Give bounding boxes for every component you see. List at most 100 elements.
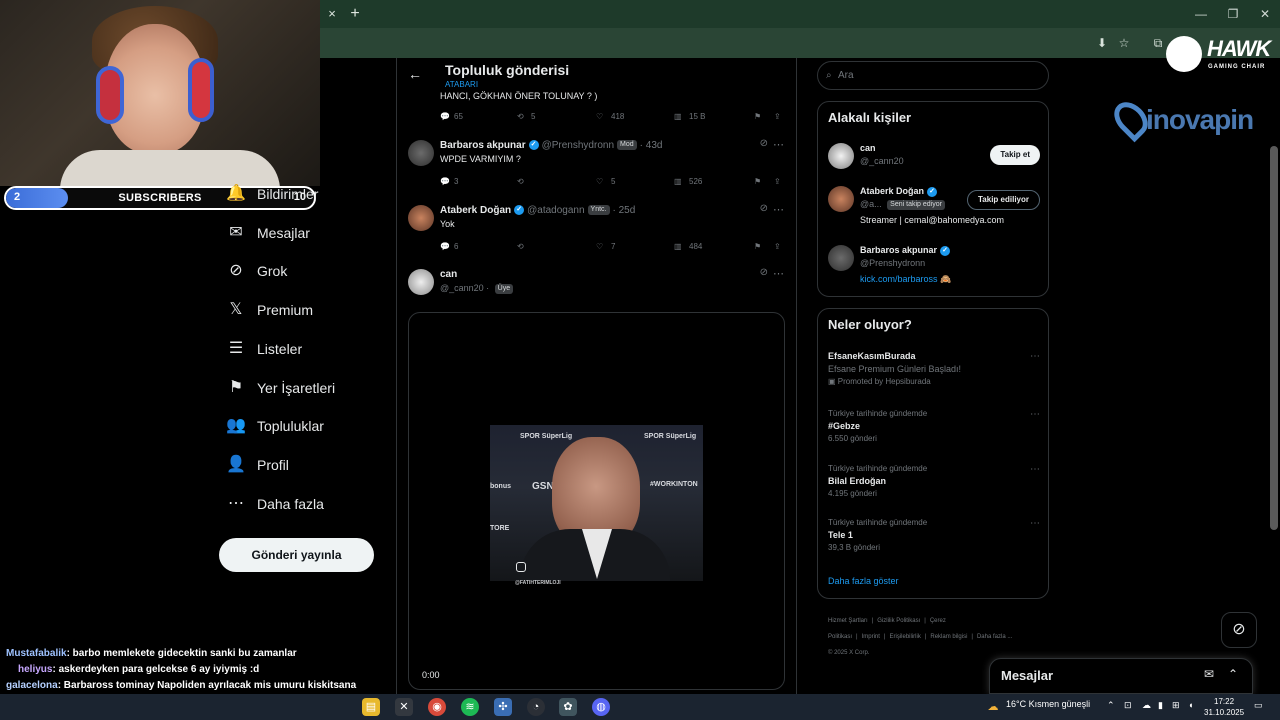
person-name[interactable]: Barbaros akpunar (860, 245, 937, 255)
share-icon[interactable]: ⇪ (774, 177, 781, 186)
more-options-icon[interactable]: ⋯ (773, 267, 784, 280)
bookmark-icon[interactable]: ⚑ (754, 242, 761, 251)
author-name[interactable]: Ataberk Doğan (440, 205, 511, 216)
video-player[interactable]: SPOR SüperLig SPOR SüperLig bonus GSNE #… (408, 312, 785, 690)
bookmark-icon[interactable]: ⚑ (754, 112, 761, 121)
extensions-icon[interactable]: ⧉ (1150, 35, 1166, 51)
community-name[interactable]: ATABARI (445, 80, 478, 89)
search-input[interactable]: ⌕ Ara (817, 61, 1049, 90)
restore-button[interactable]: ❐ (1218, 5, 1248, 23)
reply-item[interactable]: can @_cann20 · Üye ⊘ ⋯ (408, 267, 788, 299)
footer-link[interactable]: Gizlilik Politikası (877, 618, 920, 624)
avatar[interactable] (408, 140, 434, 166)
like-icon[interactable]: ♡ (596, 242, 603, 251)
trend-item[interactable]: EfsaneKasımBurada Efsane Premium Günleri… (828, 351, 1040, 386)
more-options-icon[interactable]: ⋯ (1030, 409, 1040, 420)
close-window-button[interactable]: ✕ (1250, 5, 1280, 23)
nav-item-mesajlar[interactable]: ✉ Mesajlar (226, 220, 310, 246)
nav-item-bildirimler[interactable]: 🔔 Bildirimler (226, 181, 318, 207)
nav-item-daha-fazla[interactable]: ⋯ Daha fazla (226, 491, 324, 517)
network-icon[interactable]: ⊞ (1172, 700, 1180, 711)
more-options-icon[interactable]: ⋯ (1030, 351, 1040, 362)
grok-icon[interactable]: ⊘ (760, 138, 768, 149)
repost-icon[interactable]: ⟲ (517, 112, 524, 121)
file-explorer-icon[interactable]: ▤ (362, 698, 380, 716)
back-arrow-icon[interactable]: ← (408, 66, 422, 82)
more-options-icon[interactable]: ⋯ (1030, 464, 1040, 475)
avatar[interactable] (828, 245, 854, 271)
like-icon[interactable]: ♡ (596, 112, 603, 121)
post-button[interactable]: Gönderi yayınla (219, 538, 374, 572)
reply-icon[interactable]: 💬 (440, 242, 450, 251)
tray-icon[interactable]: ☁ (1142, 700, 1151, 711)
grok-icon[interactable]: ⊘ (760, 267, 768, 278)
avatar[interactable] (408, 205, 434, 231)
trend-item[interactable]: Türkiye tarihinde gündemde Tele 1 39,3 B… (828, 518, 1040, 552)
app-icon[interactable]: ✕ (395, 698, 413, 716)
author-name[interactable]: Barbaros akpunar (440, 140, 526, 151)
person-link[interactable]: kick.com/barbaross 🙈 (860, 274, 951, 285)
nav-item-premium[interactable]: 𝕏 Premium (226, 297, 313, 323)
minimize-button[interactable]: — (1186, 5, 1216, 23)
compose-message-icon[interactable]: ✉ (1204, 667, 1214, 681)
footer-link[interactable]: Reklam bilgisi (930, 634, 967, 640)
following-button[interactable]: Takip ediliyor (967, 190, 1040, 210)
install-app-icon[interactable]: ⬇ (1094, 35, 1110, 51)
microphone-icon[interactable]: ▮ (1158, 700, 1163, 711)
views-icon[interactable]: ▥ (674, 112, 682, 121)
nav-item-grok[interactable]: ⊘ Grok (226, 258, 287, 284)
bookmark-icon[interactable]: ⚑ (754, 177, 761, 186)
footer-link[interactable]: Erişilebilirlik (889, 634, 920, 640)
person-item[interactable]: Ataberk Doğan ✓ @a... Seni takip ediyor T… (828, 186, 1040, 232)
avatar[interactable] (828, 186, 854, 212)
repost-icon[interactable]: ⟲ (517, 177, 524, 186)
more-options-icon[interactable]: ⋯ (1030, 518, 1040, 529)
follow-button[interactable]: Takip et (990, 145, 1040, 165)
avatar[interactable] (828, 143, 854, 169)
trend-item[interactable]: Türkiye tarihinde gündemde #Gebze 6.550 … (828, 409, 1040, 443)
new-tab-button[interactable]: + (346, 5, 364, 23)
nav-item-listeler[interactable]: ☰ Listeler (226, 336, 302, 362)
more-options-icon[interactable]: ⋯ (773, 203, 784, 216)
chat-username[interactable]: galacelona (6, 680, 58, 691)
nav-item-yer-i-şaretleri[interactable]: ⚑ Yer İşaretleri (226, 375, 335, 401)
discord-icon[interactable]: ◍ (592, 698, 610, 716)
expand-chevron-icon[interactable]: ⌃ (1228, 667, 1238, 681)
footer-link[interactable]: Imprint (862, 634, 880, 640)
views-icon[interactable]: ▥ (674, 177, 682, 186)
chrome-icon[interactable]: ◉ (428, 698, 446, 716)
person-name[interactable]: can (860, 143, 876, 153)
reply-icon[interactable]: 💬 (440, 112, 450, 121)
app-icon[interactable]: ✣ (494, 698, 512, 716)
share-icon[interactable]: ⇪ (774, 242, 781, 251)
more-options-icon[interactable]: ⋯ (773, 138, 784, 151)
tray-chevron-icon[interactable]: ⌃ (1107, 700, 1115, 711)
trend-item[interactable]: Türkiye tarihinde gündemde Bilal Erdoğan… (828, 464, 1040, 498)
person-item[interactable]: can @_cann20 Takip et (828, 143, 1040, 173)
footer-link[interactable]: Hizmet Şartları (828, 618, 868, 624)
nav-item-profil[interactable]: 👤 Profil (226, 452, 289, 478)
show-more-link[interactable]: Daha fazla göster (828, 576, 899, 586)
chat-username[interactable]: Mustafabalik (6, 648, 67, 659)
reply-icon[interactable]: 💬 (440, 177, 450, 186)
grok-fab-icon[interactable]: ⊘ (1221, 612, 1257, 648)
chat-username[interactable]: heliyus (18, 664, 52, 675)
notification-icon[interactable]: ▭ (1254, 700, 1263, 711)
page-scrollbar[interactable] (1270, 146, 1278, 530)
obs-icon[interactable]: ◔ (527, 698, 545, 716)
person-item[interactable]: Barbaros akpunar ✓ @Prenshydronn kick.com… (828, 245, 1040, 291)
close-tab-button[interactable]: × (324, 6, 340, 22)
volume-icon[interactable]: ◖ (1188, 700, 1193, 710)
person-name[interactable]: Ataberk Doğan (860, 186, 924, 196)
nav-item-topluluklar[interactable]: 👥 Topluluklar (226, 413, 324, 439)
messages-dock[interactable]: Mesajlar ✉ ⌃ (989, 658, 1253, 694)
like-icon[interactable]: ♡ (596, 177, 603, 186)
author-name[interactable]: can (440, 269, 457, 280)
views-icon[interactable]: ▥ (674, 242, 682, 251)
clock[interactable]: 17:22 31.10.2025 (1204, 696, 1244, 718)
repost-icon[interactable]: ⟲ (517, 242, 524, 251)
share-icon[interactable]: ⇪ (774, 112, 781, 121)
star-icon[interactable]: ☆ (1116, 35, 1132, 51)
avatar[interactable] (408, 269, 434, 295)
app-icon[interactable]: ✿ (559, 698, 577, 716)
